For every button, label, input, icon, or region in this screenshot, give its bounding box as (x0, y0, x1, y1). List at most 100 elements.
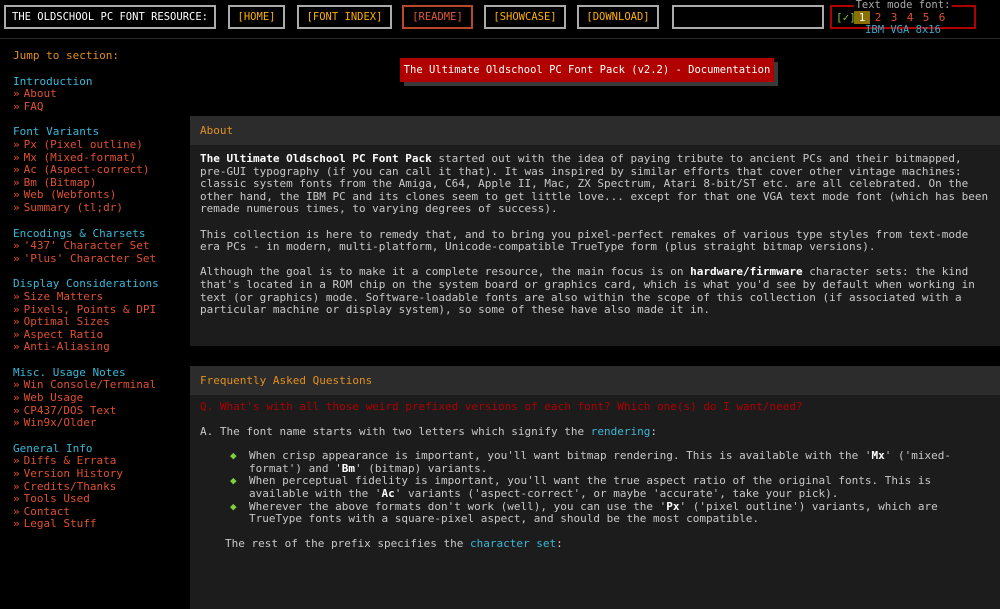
character-set-link[interactable]: character set (470, 537, 556, 550)
sidebar-link-label: Tools Used (23, 492, 90, 506)
bullet-icon: » (13, 99, 20, 113)
faq-bullet-list: ◆ When crisp appearance is important, you… (200, 449, 990, 526)
sidebar-link-label: Win9x/Older (23, 416, 97, 430)
faq-heading: Frequently Asked Questions (200, 374, 373, 387)
variant-mx: Mx (871, 449, 885, 463)
bullet-icon: » (13, 517, 20, 531)
font-options: [✓] 1 2 3 4 5 6 (836, 11, 950, 24)
current-font-name: IBM VGA 8x16 (865, 24, 941, 36)
bullet-text: ' (bitmap) variants. (354, 461, 488, 475)
about-heading: About (200, 124, 234, 137)
list-item: ◆ Wherever the above formats don't work (… (230, 499, 990, 526)
bullet-icon: » (13, 479, 20, 493)
charset-intro-text: The rest of the prefix specifies the (225, 536, 471, 550)
bullet-icon: » (13, 289, 20, 303)
sidebar-link[interactable]: » Win9x/Older (13, 416, 183, 430)
sidebar-link-label: Optimal Sizes (23, 315, 110, 329)
site-title[interactable]: THE OLDSCHOOL PC FONT RESOURCE: (4, 5, 216, 29)
sidebar-link[interactable]: » 'Plus' Character Set (13, 251, 183, 266)
bullet-icon: » (13, 137, 20, 151)
sidebar-link-label: FAQ (23, 99, 44, 113)
sidebar-link-label: '437' Character Set (23, 239, 150, 253)
top-bar: THE OLDSCHOOL PC FONT RESOURCE: [HOME] [… (0, 0, 1000, 39)
font-selector-label: Text mode font: (853, 0, 953, 11)
sidebar-link-label: Contact (23, 504, 70, 518)
font-check-toggle[interactable]: [✓] (836, 11, 856, 24)
nav-showcase[interactable]: [SHOWCASE] (484, 5, 566, 29)
sidebar-link-label: Ac (Aspect-correct) (23, 163, 150, 177)
bullet-icon: » (13, 454, 20, 468)
sidebar-link-label: 'Plus' Character Set (23, 251, 157, 265)
variant-bm: Bm (341, 461, 355, 475)
sidebar-link[interactable]: » FAQ (13, 99, 183, 114)
sidebar-link-label: Anti-Aliasing (23, 340, 110, 354)
about-paragraph-2: This collection is here to remedy that, … (200, 227, 969, 254)
answer-colon: : (650, 424, 657, 438)
nav-font-index[interactable]: [FONT INDEX] (297, 5, 392, 29)
font-option-3[interactable]: 3 (886, 11, 902, 24)
font-option-4[interactable]: 4 (902, 11, 918, 24)
sidebar-link-label: Bm (Bitmap) (23, 175, 97, 189)
font-selector: Text mode font: [✓] 1 2 3 4 5 6 IBM VGA … (828, 0, 1000, 38)
sidebar: Jump to section: Introduction» About» FAQ F… (13, 49, 183, 531)
diamond-bullet-icon: ◆ (230, 449, 237, 463)
sidebar-link-label: Px (Pixel outline) (23, 137, 143, 151)
bullet-icon: » (13, 200, 20, 214)
faq-body: Q. What's with all those weird prefixed … (190, 395, 1000, 609)
sidebar-link-label: Summary (tl;dr) (23, 200, 123, 214)
about-paragraph-1: The Ultimate Oldschool PC Font Pack star… (200, 152, 990, 216)
bullet-icon: » (13, 87, 20, 101)
bullet-icon: » (13, 504, 20, 518)
sidebar-link[interactable]: » Anti-Aliasing (13, 340, 183, 354)
sidebar-link-label: Win Console/Terminal (23, 378, 157, 392)
diamond-bullet-icon: ◆ (230, 474, 237, 488)
sidebar-link[interactable]: » Legal Stuff (13, 518, 183, 531)
bullet-icon: » (13, 467, 20, 481)
bullet-icon: » (13, 163, 20, 177)
bullet-icon: » (13, 492, 20, 506)
doc-title: The Ultimate Oldschool PC Font Pack (v2.… (400, 58, 774, 82)
nav-readme[interactable]: [README] (402, 5, 473, 29)
bullet-icon: » (13, 239, 20, 253)
font-option-5[interactable]: 5 (918, 11, 934, 24)
pack-name: The Ultimate Oldschool PC Font Pack (200, 152, 432, 165)
sidebar-link-label: Diffs & Errata (23, 454, 117, 468)
bullet-icon: » (13, 175, 20, 189)
sidebar-link-label: Legal Stuff (23, 517, 97, 531)
sidebar-link-label: Pixels, Points & DPI (23, 302, 157, 316)
variant-ac: Ac (381, 486, 395, 500)
bullet-icon: » (13, 403, 20, 417)
bullet-icon: » (13, 327, 20, 341)
bullet-text: ' variants ('aspect-correct', or maybe '… (394, 486, 839, 500)
about-panel: About The Ultimate Oldschool PC Font Pac… (190, 116, 1000, 346)
font-option-6[interactable]: 6 (934, 11, 950, 24)
sidebar-link[interactable]: » Summary (tl;dr) (13, 200, 183, 215)
rendering-link[interactable]: rendering (591, 425, 651, 438)
sidebar-link-label: Version History (23, 467, 123, 481)
faq-answer: A. The font name starts with two letters… (200, 424, 990, 439)
nav-download[interactable]: [DOWNLOAD] (577, 5, 659, 29)
bullet-text: When crisp appearance is important, you'… (249, 449, 872, 463)
about-p3-text-a: Although the goal is to make it a comple… (200, 265, 691, 279)
jump-to-section-label: Jump to section: (13, 49, 119, 62)
nav-home[interactable]: [HOME] (228, 5, 285, 29)
faq-question: Q. What's with all those weird prefixed … (200, 400, 803, 413)
sidebar-link-label: Size Matters (23, 289, 104, 303)
sidebar-link-label: About (23, 87, 57, 101)
charset-intro: The rest of the prefix specifies the cha… (225, 536, 990, 551)
bullet-icon: » (13, 391, 20, 405)
diamond-bullet-icon: ◆ (230, 499, 237, 513)
sidebar-link-label: Aspect Ratio (23, 327, 104, 341)
sidebar-link-label: Web (Webfonts) (23, 188, 117, 202)
answer-text: A. The font name starts with two letters… (200, 424, 591, 438)
variant-px: Px (666, 499, 680, 513)
bullet-text: Wherever the above formats don't work (w… (249, 499, 667, 513)
about-paragraph-3: Although the goal is to make it a comple… (200, 266, 990, 316)
font-option-2[interactable]: 2 (870, 11, 886, 24)
sidebar-link-label: CP437/DOS Text (23, 403, 117, 417)
nav-spacer (672, 5, 824, 29)
faq-panel: Frequently Asked Questions Q. What's wit… (190, 366, 1000, 609)
charset-intro-colon: : (556, 536, 563, 550)
font-option-1[interactable]: 1 (854, 11, 870, 24)
bullet-icon: » (13, 378, 20, 392)
